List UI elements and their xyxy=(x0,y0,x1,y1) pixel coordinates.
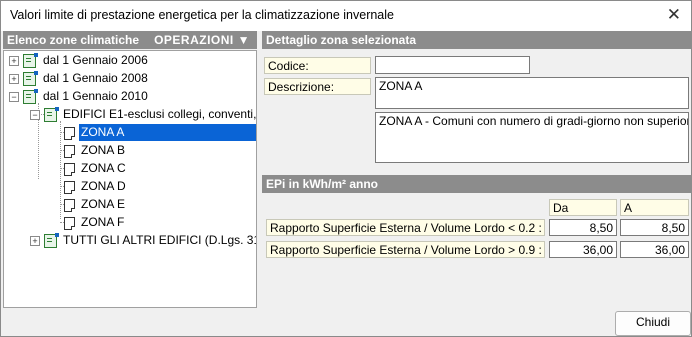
chevron-down-icon: ▼ xyxy=(237,33,250,47)
descrizione-field[interactable]: ZONA A xyxy=(375,77,689,109)
collapse-icon[interactable]: − xyxy=(9,92,19,102)
folder-icon xyxy=(44,233,59,248)
col-da-header: Da xyxy=(549,199,617,216)
zone-list-title: Elenco zone climatiche xyxy=(7,33,140,47)
window-title: Valori limite di prestazione energetica … xyxy=(10,8,394,22)
detail-header-title: Dettaglio zona selezionata xyxy=(266,33,417,47)
expand-icon[interactable]: + xyxy=(9,56,19,66)
document-icon xyxy=(64,181,75,194)
tree-item-2010[interactable]: − dal 1 Gennaio 2010 xyxy=(4,88,254,105)
zone-tree[interactable]: + dal 1 Gennaio 2006 + dal 1 Gennaio 200… xyxy=(3,50,257,308)
tree-item-label: EDIFICI E1-esclusi collegi, conventi, ca… xyxy=(63,107,257,121)
collapse-icon[interactable]: − xyxy=(30,110,40,120)
tree-item-edifici-e1[interactable]: − EDIFICI E1-esclusi collegi, conventi, … xyxy=(4,106,256,123)
document-icon xyxy=(64,199,75,212)
document-icon xyxy=(64,163,75,176)
tree-item-altri-edifici[interactable]: + TUTTI GLI ALTRI EDIFICI (D.Lgs. 311/0 xyxy=(4,232,256,249)
tree-item-label: dal 1 Gennaio 2010 xyxy=(43,89,148,103)
tree-item-label: ZONA A xyxy=(79,124,256,141)
folder-icon xyxy=(23,53,38,68)
close-button[interactable]: Chiudi xyxy=(615,311,691,336)
operations-menu-label: OPERAZIONI xyxy=(154,33,234,47)
detail-header: Dettaglio zona selezionata xyxy=(262,31,692,49)
dialog-window: Valori limite di prestazione energetica … xyxy=(0,0,692,337)
expand-icon[interactable]: + xyxy=(9,74,19,84)
tree-item-zona-a[interactable]: ZONA A xyxy=(4,124,256,141)
expand-icon[interactable]: + xyxy=(30,236,40,246)
note-field[interactable]: ZONA A - Comuni con numero di gradi-gior… xyxy=(375,112,689,163)
tree-item-2006[interactable]: + dal 1 Gennaio 2006 xyxy=(4,52,254,69)
title-bar: Valori limite di prestazione energetica … xyxy=(1,1,691,31)
operations-menu[interactable]: OPERAZIONI ▼ xyxy=(154,33,250,47)
epi-header-title: EPi in kWh/m² anno xyxy=(266,177,379,191)
row-label-high: Rapporto Superficie Esterna / Volume Lor… xyxy=(266,241,545,258)
tree-item-label: ZONA B xyxy=(81,143,126,157)
tree-item-zona-d[interactable]: ZONA D xyxy=(4,178,256,195)
tree-item-2008[interactable]: + dal 1 Gennaio 2008 xyxy=(4,70,254,87)
zone-list-header: Elenco zone climatiche OPERAZIONI ▼ xyxy=(3,31,257,49)
tree-item-zona-c[interactable]: ZONA C xyxy=(4,160,256,177)
document-icon xyxy=(64,145,75,158)
tree-item-label: dal 1 Gennaio 2008 xyxy=(43,71,148,85)
descrizione-label: Descrizione: xyxy=(264,78,371,95)
row-high-da-field[interactable]: 36,00 xyxy=(549,241,617,258)
col-a-header: A xyxy=(620,199,689,216)
tree-item-label: dal 1 Gennaio 2006 xyxy=(43,53,148,67)
codice-label: Codice: xyxy=(264,57,371,74)
document-icon xyxy=(64,127,75,140)
tree-item-label: ZONA E xyxy=(81,197,126,211)
tree-item-zona-f[interactable]: ZONA F xyxy=(4,214,256,231)
close-icon[interactable]: ✕ xyxy=(667,5,681,25)
document-icon xyxy=(64,217,75,230)
folder-icon xyxy=(23,89,38,104)
tree-item-label: ZONA C xyxy=(81,161,126,175)
tree-item-label: ZONA F xyxy=(81,215,125,229)
tree-item-label: ZONA D xyxy=(81,179,126,193)
row-low-a-field[interactable]: 8,50 xyxy=(620,219,689,236)
row-label-low: Rapporto Superficie Esterna / Volume Lor… xyxy=(266,219,545,236)
tree-item-zona-e[interactable]: ZONA E xyxy=(4,196,256,213)
row-high-a-field[interactable]: 36,00 xyxy=(620,241,689,258)
tree-item-zona-b[interactable]: ZONA B xyxy=(4,142,256,159)
row-low-da-field[interactable]: 8,50 xyxy=(549,219,617,236)
epi-header: EPi in kWh/m² anno xyxy=(262,175,692,193)
codice-field[interactable] xyxy=(375,56,530,74)
folder-icon xyxy=(44,107,59,122)
tree-item-label: TUTTI GLI ALTRI EDIFICI (D.Lgs. 311/0 xyxy=(63,233,257,247)
folder-icon xyxy=(23,71,38,86)
